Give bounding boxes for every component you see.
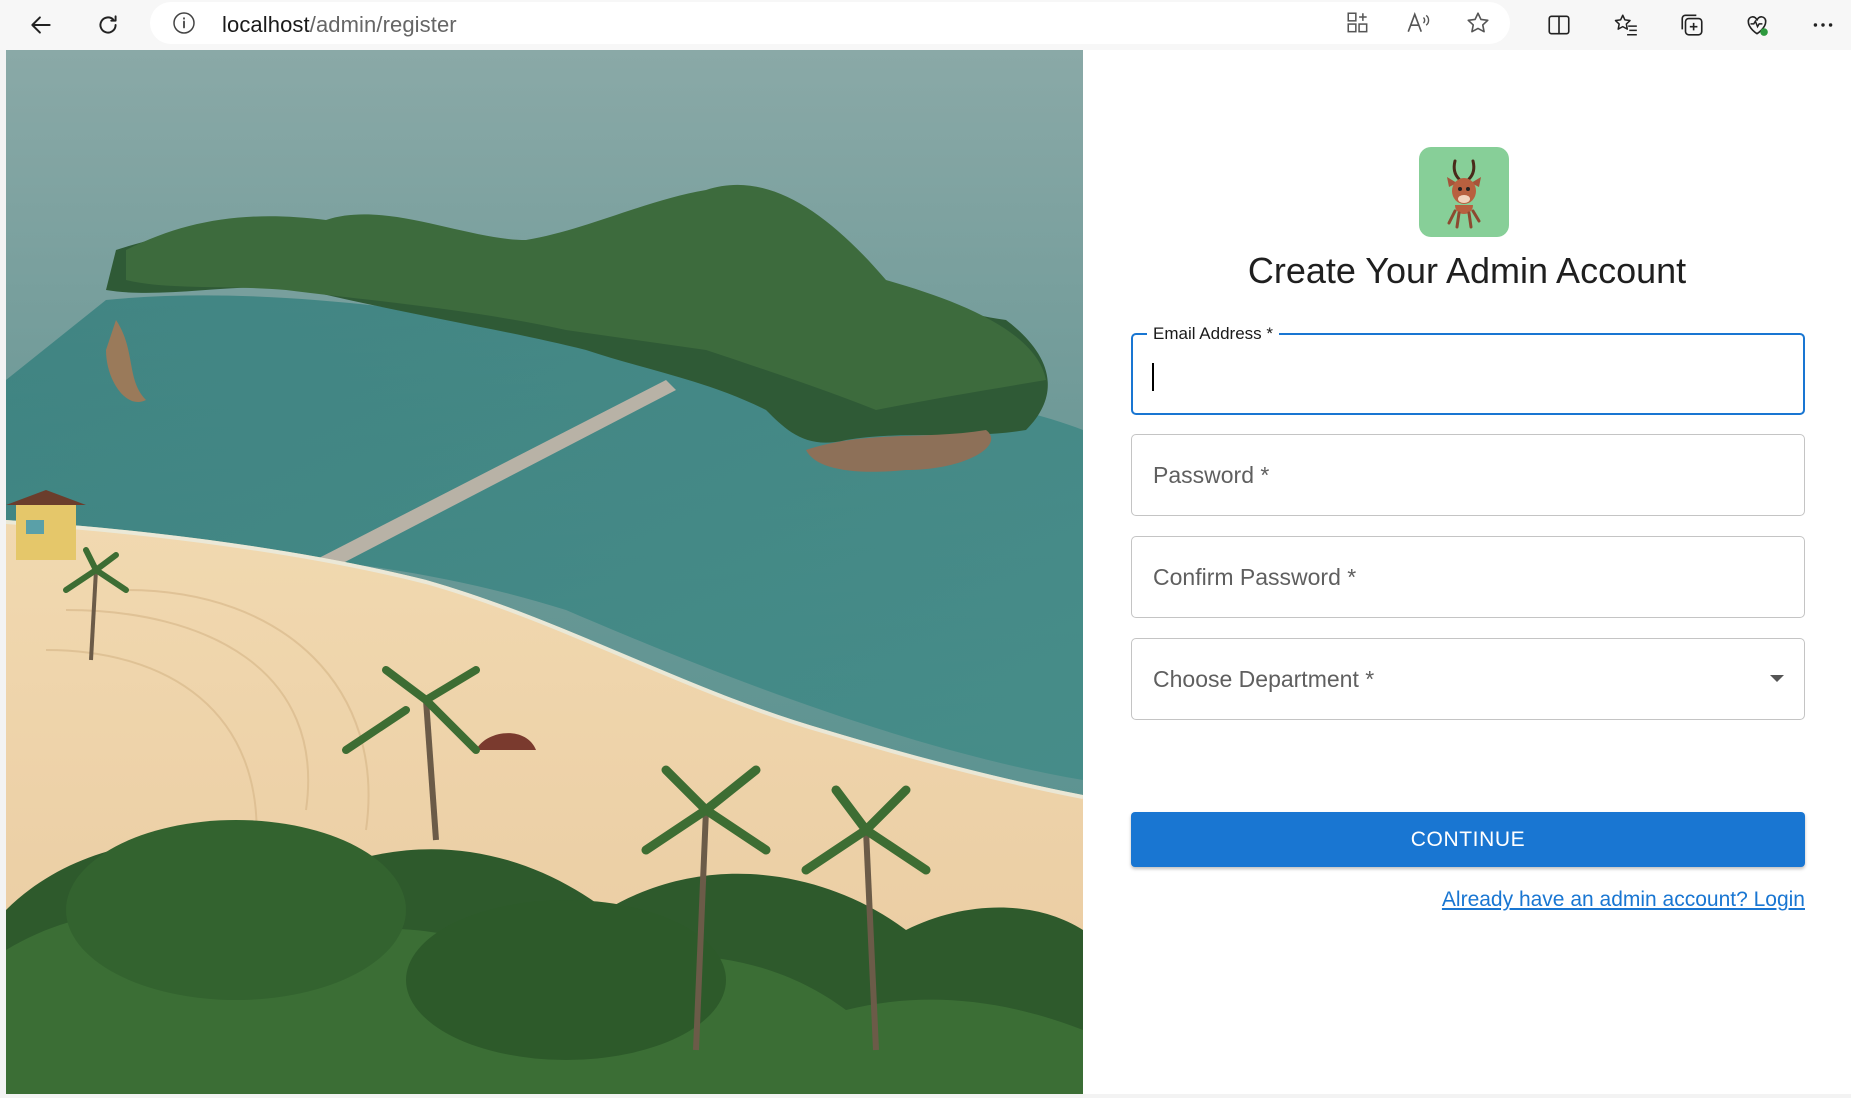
url-host: localhost <box>222 12 310 37</box>
collections-icon[interactable] <box>1673 6 1711 44</box>
department-label: Choose Department * <box>1153 666 1375 692</box>
text-cursor <box>1152 363 1154 391</box>
url-path: /admin/register <box>309 12 457 37</box>
split-screen-icon[interactable] <box>1540 6 1578 44</box>
page-content: Create Your Admin Account Email Address … <box>6 50 1851 1094</box>
login-link[interactable]: Already have an admin account? Login <box>1442 888 1805 912</box>
continue-button[interactable]: CONTINUE <box>1131 812 1805 867</box>
address-bar[interactable]: localhost/admin/register <box>150 2 1510 44</box>
back-icon[interactable] <box>22 6 60 44</box>
site-info-icon[interactable] <box>172 11 196 35</box>
hero-beach-image <box>6 50 1083 1094</box>
more-options-icon[interactable] <box>1804 6 1842 44</box>
browser-essentials-icon[interactable] <box>1738 6 1776 44</box>
confirm-password-field[interactable]: Confirm Password * <box>1131 536 1805 618</box>
read-aloud-icon[interactable] <box>1405 10 1433 38</box>
favorites-icon[interactable] <box>1607 6 1645 44</box>
favorite-star-icon[interactable] <box>1465 10 1493 38</box>
app-available-icon[interactable] <box>1345 10 1373 38</box>
app-logo <box>1419 147 1509 237</box>
email-field[interactable]: Email Address * <box>1131 324 1805 415</box>
registration-form: Create Your Admin Account Email Address … <box>1083 50 1851 1094</box>
email-label: Email Address * <box>1147 324 1279 344</box>
password-field[interactable]: Password * <box>1131 434 1805 516</box>
dropdown-arrow-icon[interactable] <box>1770 675 1784 682</box>
department-select[interactable]: Choose Department * <box>1131 638 1805 720</box>
url-text: localhost/admin/register <box>222 12 457 38</box>
deer-mascot-icon <box>1447 159 1481 229</box>
browser-toolbar: localhost/admin/register <box>0 0 1851 50</box>
refresh-icon[interactable] <box>89 6 127 44</box>
password-label: Password * <box>1153 462 1270 488</box>
confirm-password-label: Confirm Password * <box>1153 564 1357 590</box>
page-title: Create Your Admin Account <box>1247 250 1687 291</box>
